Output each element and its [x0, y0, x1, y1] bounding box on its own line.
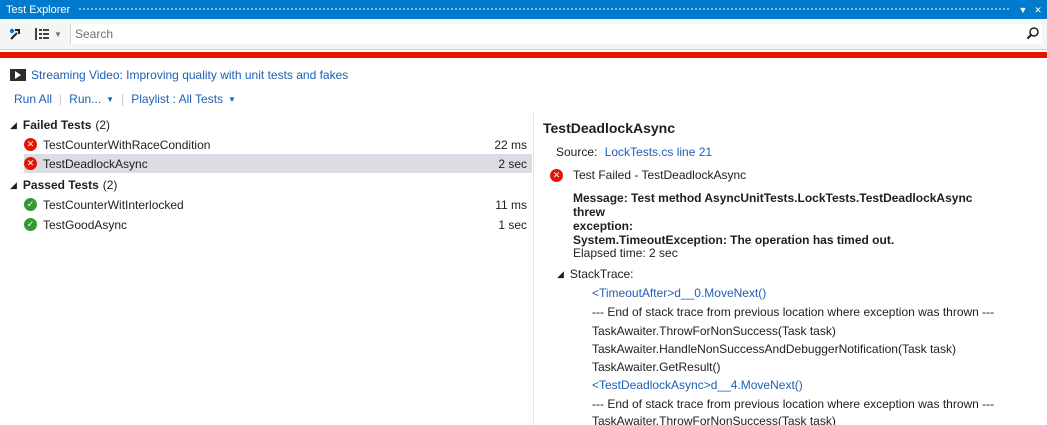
group-label: Failed Tests [22, 118, 92, 132]
failed-icon: ✕ [24, 157, 37, 170]
stack-frame-link[interactable]: <TestDeadlockAsync>d__4.MoveNext() [592, 378, 803, 392]
stack-frame: --- End of stack trace from previous loc… [592, 397, 995, 411]
stack-frame: TaskAwaiter.GetResult() [592, 360, 721, 374]
pane-divider[interactable] [533, 112, 534, 425]
chevron-down-icon[interactable]: ▼ [228, 95, 236, 104]
chevron-down-icon[interactable]: ▼ [54, 30, 62, 39]
source-link[interactable]: LockTests.cs line 21 [605, 145, 712, 159]
source-label: Source: [556, 145, 598, 159]
stack-frame: --- End of stack trace from previous loc… [592, 305, 995, 319]
test-row-selected[interactable]: ✕ TestDeadlockAsync 2 sec [24, 154, 532, 173]
toolbar: ▼ Search [0, 19, 1047, 50]
detail-message: Message: Test method AsyncUnitTests.Lock… [573, 191, 1003, 247]
test-name: TestCounterWitInterlocked [43, 197, 184, 212]
test-name: TestCounterWithRaceCondition [43, 137, 211, 152]
playlist-link[interactable]: Playlist : All Tests [131, 92, 223, 106]
test-duration: 11 ms [495, 197, 527, 212]
failed-tests-group[interactable]: ◢ Failed Tests (2) [10, 116, 110, 134]
close-icon[interactable]: ✕ [1032, 3, 1044, 17]
run-link[interactable]: Run... [69, 92, 101, 106]
message-line: System.TimeoutException: The operation h… [573, 233, 895, 247]
failed-icon: ✕ [24, 138, 37, 151]
separator: | [121, 92, 125, 106]
search-input[interactable]: Search [70, 24, 1042, 44]
failed-icon: ✕ [550, 168, 563, 182]
passed-icon: ✓ [24, 218, 37, 231]
test-duration: 22 ms [494, 137, 527, 152]
title-bar: Test Explorer ▼ ✕ [0, 0, 1047, 19]
chevron-down-icon[interactable]: ▼ [106, 95, 114, 104]
stack-frame: TaskAwaiter.HandleNonSuccessAndDebuggerN… [592, 342, 956, 356]
stack-frame-link[interactable]: <TimeoutAfter>d__0.MoveNext() [592, 286, 766, 300]
video-link-label[interactable]: Streaming Video: Improving quality with … [31, 68, 348, 82]
video-link[interactable]: Streaming Video: Improving quality with … [10, 68, 348, 82]
video-icon [10, 69, 26, 81]
message-line: exception: [573, 219, 634, 233]
window-title: Test Explorer [6, 3, 71, 16]
passed-icon: ✓ [24, 198, 37, 211]
passed-tests-group[interactable]: ◢ Passed Tests (2) [10, 176, 117, 194]
detail-source: Source: LockTests.cs line 21 [556, 145, 712, 159]
detail-status: ✕ Test Failed - TestDeadlockAsync [550, 168, 746, 182]
test-row[interactable]: ✕ TestCounterWithRaceCondition 22 ms [24, 135, 532, 154]
test-row[interactable]: ✓ TestCounterWitInterlocked 11 ms [24, 195, 532, 214]
search-icon[interactable] [1026, 26, 1040, 43]
separator: | [59, 92, 63, 106]
group-label: Passed Tests [22, 178, 99, 192]
title-bar-grip [78, 7, 1009, 12]
status-text: Test Failed - TestDeadlockAsync [573, 168, 747, 182]
test-name: TestDeadlockAsync [43, 156, 148, 171]
elapsed-time: Elapsed time: 2 sec [573, 246, 678, 260]
detail-title: TestDeadlockAsync [543, 120, 676, 136]
action-bar: Run All | Run... ▼ | Playlist : All Test… [14, 92, 236, 106]
test-row[interactable]: ✓ TestGoodAsync 1 sec [24, 215, 532, 234]
stack-frame: TaskAwaiter.ThrowForNonSuccess(Task task… [592, 414, 836, 425]
message-line: Message: Test method AsyncUnitTests.Lock… [573, 191, 973, 219]
group-by-icon[interactable] [32, 24, 52, 44]
test-result-bar [0, 52, 1047, 58]
run-tests-after-build-icon[interactable] [6, 24, 26, 44]
test-duration: 1 sec [498, 217, 527, 232]
window-position-icon[interactable]: ▼ [1017, 3, 1029, 17]
group-count: (2) [95, 118, 111, 132]
collapse-triangle-icon[interactable]: ◢ [10, 180, 17, 191]
test-name: TestGoodAsync [43, 217, 128, 232]
collapse-triangle-icon[interactable]: ◢ [557, 269, 564, 280]
test-duration: 2 sec [498, 156, 527, 171]
run-all-link[interactable]: Run All [14, 92, 52, 106]
collapse-triangle-icon[interactable]: ◢ [10, 120, 17, 131]
stack-frame: TaskAwaiter.ThrowForNonSuccess(Task task… [592, 324, 836, 338]
stacktrace-label: StackTrace: [569, 267, 634, 281]
search-placeholder: Search [75, 27, 114, 41]
stacktrace-header[interactable]: ◢ StackTrace: [557, 267, 634, 281]
group-count: (2) [102, 178, 118, 192]
